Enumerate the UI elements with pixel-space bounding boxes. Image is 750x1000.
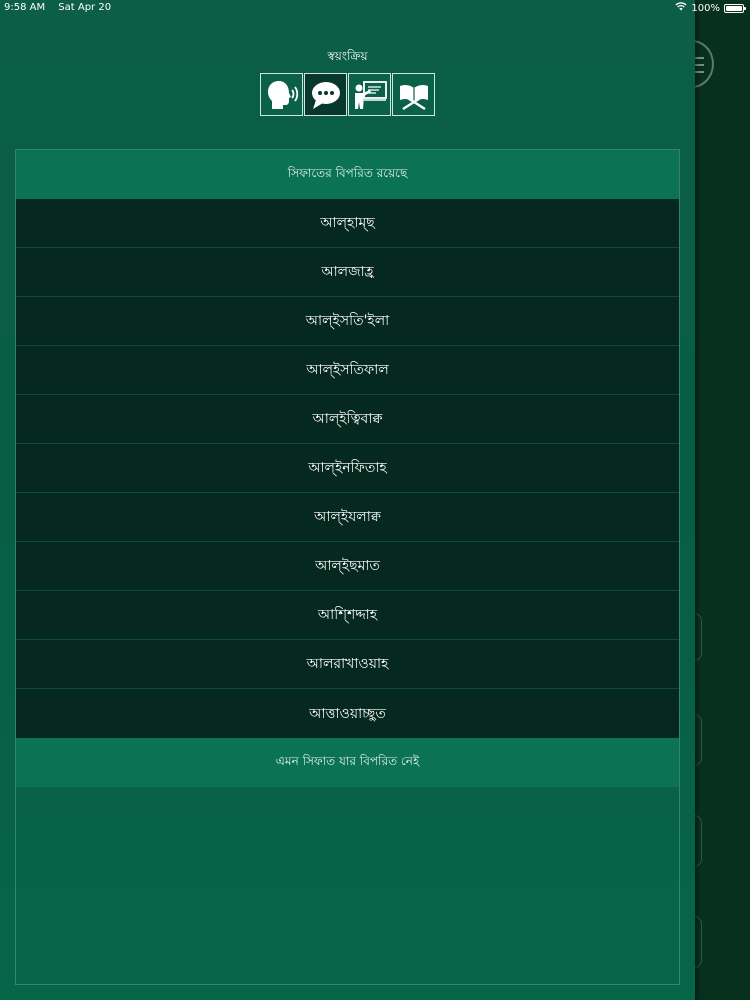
speaking-head-icon [267,80,298,109]
status-bar: 9:58 AM Sat Apr 20 100% [0,0,750,16]
list-item[interactable]: আল্ইসতি'ইলা [16,297,679,346]
side-panel: স্বয়ংক্রিয় সিফাতের বিপরিত রয়েছে আল্হা… [0,0,695,1000]
list-item[interactable]: আলরাখাওয়াহ [16,640,679,689]
battery-icon [724,3,746,13]
list-item[interactable]: আল্ইত্বিবাক্ব [16,395,679,444]
mode-title: স্বয়ংক্রিয় [327,49,368,63]
mode-button-speak[interactable] [260,73,303,116]
status-date: Sat Apr 20 [58,2,112,13]
battery-percent: 100% [691,2,720,14]
list-item[interactable]: আল্ইনফিতাহ [16,444,679,493]
list-item[interactable]: আল্ইছমাত [16,542,679,591]
list-item[interactable]: আলজাহ্র [16,248,679,297]
sifat-items-with-opposite: আল্হাম্ছ আলজাহ্র আল্ইসতি'ইলা আল্ইসতিফাল … [16,199,679,738]
list-item[interactable]: আল্ইসতিফাল [16,346,679,395]
section-header-without-opposite: এমন সিফাত যার বিপরিত নেই [16,738,679,787]
status-time: 9:58 AM [4,2,46,13]
section-header-with-opposite: সিফাতের বিপরিত রয়েছে [16,150,679,199]
list-item[interactable]: আত্তাওয়াচ্ছুত [16,689,679,738]
list-item[interactable]: আশ্শিদ্দাহ [16,591,679,640]
mode-button-group [260,73,435,116]
mode-button-chat[interactable] [304,73,347,116]
list-item[interactable]: আল্ইযলাক্ব [16,493,679,542]
mode-button-quran[interactable] [392,73,435,116]
teacher-board-icon [354,80,387,109]
wifi-icon [675,2,687,14]
mode-button-teach[interactable] [348,73,391,116]
sifat-list: সিফাতের বিপরিত রয়েছে আল্হাম্ছ আলজাহ্র আ… [15,149,680,985]
chat-bubble-icon [311,81,340,109]
list-item[interactable]: আল্হাম্ছ [16,199,679,248]
quran-book-icon [399,84,428,110]
background-app [695,0,750,1000]
screen: 9:58 AM Sat Apr 20 100% স্বয়ংক্রিয় সিফ… [0,0,750,1000]
